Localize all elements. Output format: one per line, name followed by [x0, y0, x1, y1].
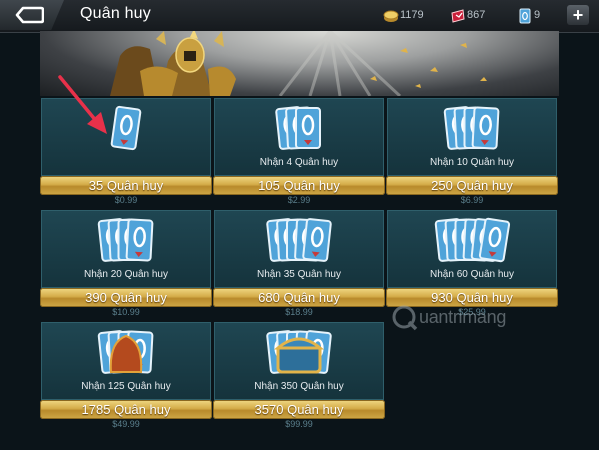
package-quantity-label: Nhận 60 Quân huy — [430, 269, 514, 280]
page-title: Quân huy — [80, 5, 151, 22]
quan-huy-cards-icon — [275, 106, 321, 150]
buy-button[interactable]: 680 Quân huy — [213, 288, 385, 307]
package-price: $10.99 — [112, 307, 140, 317]
watermark-logo: uantrimang — [392, 305, 562, 333]
promo-banner — [40, 31, 559, 96]
buy-button[interactable]: 1785 Quân huy — [40, 400, 212, 419]
package-price: $2.99 — [287, 195, 311, 205]
gold-coin-icon — [383, 10, 399, 22]
quan-huy-card — [125, 218, 154, 262]
package-card-5[interactable]: Nhận 35 Quân huy 680 Quân huy $18.99 — [213, 210, 385, 319]
buy-button[interactable]: 3570 Quân huy — [213, 400, 385, 419]
quan-huy-chest-icon — [266, 330, 332, 374]
hero-banner-art — [110, 31, 487, 96]
package-price: $6.99 — [460, 195, 484, 205]
quan-huy-bundle-icon — [97, 330, 154, 374]
gold-value: 1179 — [400, 9, 424, 21]
package-quantity-label: Nhận 35 Quân huy — [257, 269, 341, 280]
package-card-2[interactable]: Nhận 4 Quân huy 105 Quân huy $2.99 — [213, 98, 385, 207]
quan-huy-card — [302, 218, 332, 262]
watermark-text: uantrimang — [419, 307, 507, 327]
package-price: $99.99 — [285, 419, 313, 429]
quan-huy-card — [471, 106, 500, 150]
package-price: $49.99 — [112, 419, 140, 429]
chest-icon — [276, 344, 322, 374]
quan-huy-card — [110, 105, 142, 151]
voucher-icon — [451, 9, 465, 23]
package-price: $18.99 — [285, 307, 313, 317]
buy-button[interactable]: 105 Quân huy — [213, 176, 385, 195]
package-price: $0.99 — [114, 195, 138, 205]
package-card-3[interactable]: Nhận 10 Quân huy 250 Quân huy $6.99 — [386, 98, 558, 207]
quan-huy-icon — [519, 8, 531, 24]
package-quantity-label: Nhận 4 Quân huy — [259, 157, 339, 168]
package-card-4[interactable]: Nhận 20 Quân huy 390 Quân huy $10.99 — [40, 210, 212, 319]
package-quantity-label: Nhận 20 Quân huy — [84, 269, 168, 280]
quan-huy-cards-icon — [266, 218, 332, 262]
quan-huy-value: 9 — [534, 9, 541, 21]
watermark-q-icon — [392, 305, 418, 331]
top-bar: Quân huy 1179 867 9 + — [0, 0, 599, 33]
quan-huy-card — [295, 107, 321, 149]
buy-button[interactable]: 35 Quân huy — [40, 176, 212, 195]
package-card-6[interactable]: Nhận 60 Quân huy 930 Quân huy $25.99 — [386, 210, 558, 319]
quan-huy-cards-icon — [443, 106, 500, 150]
package-card-8[interactable]: Nhận 350 Quân huy 3570 Quân huy $99.99 — [213, 322, 385, 431]
package-quantity-label: Nhận 350 Quân huy — [254, 381, 344, 392]
quan-huy-cards-icon — [97, 218, 154, 262]
back-arrow-icon — [15, 6, 44, 24]
knight-figure — [110, 31, 236, 96]
quan-huy-cards-icon — [434, 217, 511, 263]
add-currency-button[interactable]: + — [567, 5, 589, 25]
voucher-value: 867 — [467, 9, 486, 21]
buy-button[interactable]: 250 Quân huy — [386, 176, 558, 195]
back-button[interactable] — [0, 0, 64, 30]
package-card-7[interactable]: Nhận 125 Quân huy 1785 Quân huy $49.99 — [40, 322, 212, 431]
package-quantity-label: Nhận 10 Quân huy — [430, 157, 514, 168]
quan-huy-card — [478, 217, 511, 263]
package-quantity-label: Nhận 125 Quân huy — [81, 381, 171, 392]
buy-button[interactable]: 390 Quân huy — [40, 288, 212, 307]
pointer-arrow-icon — [58, 75, 107, 134]
